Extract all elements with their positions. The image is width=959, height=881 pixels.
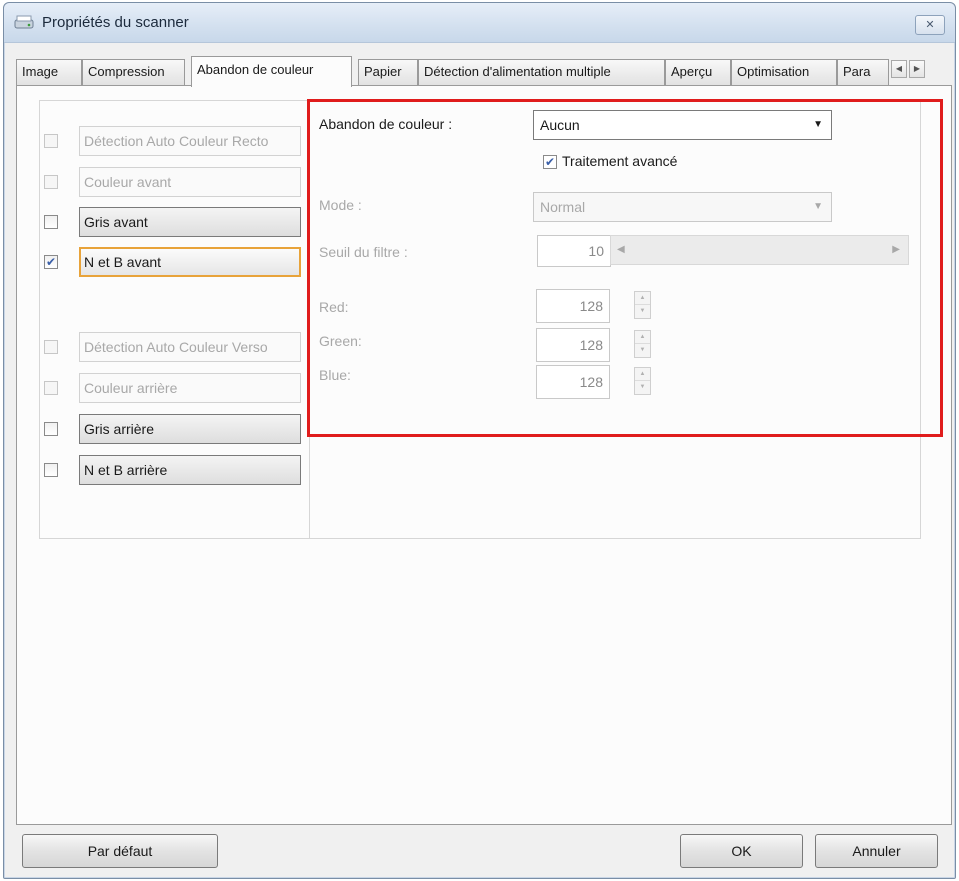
red-label: Red: <box>319 299 349 315</box>
button-gray-front[interactable]: Gris avant <box>79 207 301 237</box>
option-auto-color-front: Détection Auto Couleur Recto <box>40 126 310 160</box>
tab-strip: Image Compression Abandon de couleur Pap… <box>16 56 952 87</box>
option-color-back: Couleur arrière <box>40 373 310 407</box>
tab-scroll-left-icon[interactable]: ◀ <box>891 60 907 78</box>
scanner-icon <box>14 13 34 31</box>
button-auto-color-back[interactable]: Détection Auto Couleur Verso <box>79 332 301 362</box>
threshold-label: Seuil du filtre : <box>319 244 408 260</box>
tab-preview[interactable]: Aperçu <box>665 59 731 85</box>
checkbox-bw-front[interactable]: ✔ <box>44 255 58 269</box>
red-value-box[interactable]: 128 <box>536 289 610 323</box>
chevron-down-icon: ▼ <box>813 201 823 212</box>
dropout-value: Aucun <box>540 117 580 133</box>
spin-down-icon[interactable]: ▼ <box>635 305 650 318</box>
red-value: 128 <box>579 298 603 314</box>
dropout-select[interactable]: Aucun ▼ <box>533 110 832 140</box>
spin-down-icon[interactable]: ▼ <box>635 344 650 357</box>
tab-color-dropout[interactable]: Abandon de couleur <box>191 56 352 87</box>
blue-spinner[interactable]: ▲ ▼ <box>634 367 651 395</box>
spin-up-icon[interactable]: ▲ <box>635 331 650 344</box>
green-spinner[interactable]: ▲ ▼ <box>634 330 651 358</box>
checkbox-gray-back[interactable] <box>44 422 58 436</box>
tab-optimization[interactable]: Optimisation <box>731 59 837 85</box>
green-value: 128 <box>579 337 603 353</box>
checkbox-auto-color-front[interactable] <box>44 134 58 148</box>
tab-scroll-right-icon[interactable]: ▶ <box>909 60 925 78</box>
button-bw-back[interactable]: N et B arrière <box>79 455 301 485</box>
checkbox-auto-color-back[interactable] <box>44 340 58 354</box>
threshold-value-box[interactable]: 10 <box>537 235 611 267</box>
button-color-back[interactable]: Couleur arrière <box>79 373 301 403</box>
option-gray-front: Gris avant <box>40 207 310 241</box>
option-gray-back: Gris arrière <box>40 414 310 448</box>
slider-right-arrow-icon[interactable]: ▶ <box>892 236 900 264</box>
red-spinner[interactable]: ▲ ▼ <box>634 291 651 319</box>
close-icon: ✕ <box>925 19 935 31</box>
title-bar: Propriétés du scanner ✕ <box>4 3 955 43</box>
tab-compression[interactable]: Compression <box>82 59 185 85</box>
button-gray-back[interactable]: Gris arrière <box>79 414 301 444</box>
option-color-front: Couleur avant <box>40 167 310 201</box>
mode-select[interactable]: Normal ▼ <box>533 192 832 222</box>
mode-value: Normal <box>540 199 586 215</box>
dropout-label: Abandon de couleur : <box>319 116 453 132</box>
default-button[interactable]: Par défaut <box>22 834 218 868</box>
scanner-properties-dialog: Propriétés du scanner ✕ Image Compressio… <box>3 2 956 879</box>
option-auto-color-back: Détection Auto Couleur Verso <box>40 332 310 366</box>
button-color-front[interactable]: Couleur avant <box>79 167 301 197</box>
mode-label: Mode : <box>319 197 362 213</box>
window-title: Propriétés du scanner <box>42 14 189 31</box>
option-bw-back: N et B arrière <box>40 455 310 489</box>
cancel-button[interactable]: Annuler <box>815 834 938 868</box>
spin-up-icon[interactable]: ▲ <box>635 368 650 381</box>
advanced-processing-checkbox[interactable]: ✔ <box>543 155 557 169</box>
option-bw-front: ✔ N et B avant <box>40 247 310 281</box>
threshold-value: 10 <box>588 243 604 259</box>
blue-value-box[interactable]: 128 <box>536 365 610 399</box>
tab-multifeed-detection[interactable]: Détection d'alimentation multiple <box>418 59 665 85</box>
threshold-slider[interactable]: ◀ ▶ <box>610 235 909 265</box>
tab-paper[interactable]: Papier <box>358 59 418 85</box>
chevron-down-icon: ▼ <box>813 119 823 130</box>
tab-parameters[interactable]: Para <box>837 59 889 85</box>
tab-image[interactable]: Image <box>16 59 82 85</box>
button-bw-front[interactable]: N et B avant <box>79 247 301 277</box>
button-auto-color-front[interactable]: Détection Auto Couleur Recto <box>79 126 301 156</box>
spin-up-icon[interactable]: ▲ <box>635 292 650 305</box>
green-label: Green: <box>319 333 362 349</box>
slider-left-arrow-icon[interactable]: ◀ <box>617 236 625 264</box>
blue-value: 128 <box>579 374 603 390</box>
checkbox-color-front[interactable] <box>44 175 58 189</box>
checkbox-gray-front[interactable] <box>44 215 58 229</box>
ok-button[interactable]: OK <box>680 834 803 868</box>
green-value-box[interactable]: 128 <box>536 328 610 362</box>
checkbox-color-back[interactable] <box>44 381 58 395</box>
image-type-list: Détection Auto Couleur Recto Couleur ava… <box>40 101 310 538</box>
advanced-processing-label: Traitement avancé <box>562 153 678 169</box>
highlight-box: Abandon de couleur : Aucun ▼ ✔ Traitemen… <box>307 99 943 437</box>
spin-down-icon[interactable]: ▼ <box>635 381 650 394</box>
color-dropout-panel: Détection Auto Couleur Recto Couleur ava… <box>16 85 952 825</box>
blue-label: Blue: <box>319 367 351 383</box>
close-button[interactable]: ✕ <box>915 15 945 35</box>
checkbox-bw-back[interactable] <box>44 463 58 477</box>
